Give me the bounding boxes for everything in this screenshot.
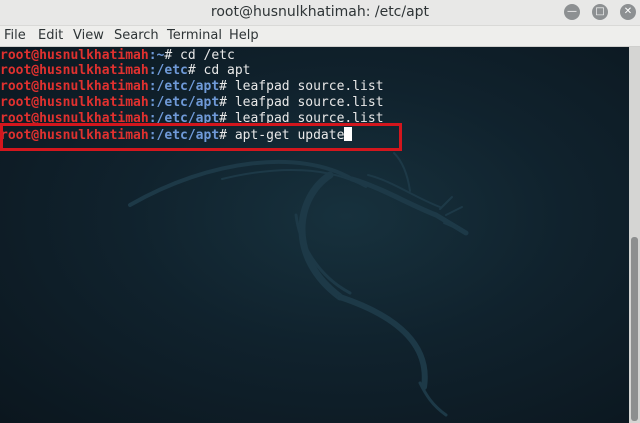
- close-button[interactable]: ✕: [620, 4, 636, 20]
- vertical-scrollbar[interactable]: [629, 47, 640, 423]
- terminal-line: root@husnulkhatimah:/etc/apt# leafpad so…: [0, 79, 384, 95]
- command-text: # cd /etc: [164, 48, 235, 63]
- prompt-user: root@husnulkhatimah: [0, 48, 149, 63]
- terminal-line: root@husnulkhatimah:~# cd /etc: [0, 48, 235, 64]
- scrollbar-thumb[interactable]: [631, 237, 638, 421]
- maximize-button[interactable]: □: [592, 4, 608, 20]
- menu-search[interactable]: Search: [114, 26, 159, 46]
- command-text: # leafpad source.list: [219, 79, 384, 94]
- prompt-path: :/etc/apt: [148, 95, 220, 110]
- terminal-line: root@husnulkhatimah:/etc# cd apt: [0, 63, 250, 79]
- menu-bar: File Edit View Search Terminal Help: [0, 26, 640, 47]
- highlight-box: [0, 123, 402, 151]
- menu-edit[interactable]: Edit: [38, 26, 63, 46]
- prompt-user: root@husnulkhatimah: [0, 79, 149, 94]
- menu-help[interactable]: Help: [229, 26, 259, 46]
- title-bar[interactable]: root@husnulkhatimah: /etc/apt — □ ✕: [0, 0, 640, 26]
- prompt-path: :~: [148, 48, 165, 63]
- menu-view[interactable]: View: [73, 26, 104, 46]
- minimize-button[interactable]: —: [564, 4, 580, 20]
- prompt-user: root@husnulkhatimah: [0, 63, 149, 78]
- maximize-icon: □: [595, 6, 605, 17]
- terminal-window: root@husnulkhatimah: /etc/apt — □ ✕ File…: [0, 0, 640, 423]
- prompt-path: :/etc/apt: [148, 79, 220, 94]
- prompt-user: root@husnulkhatimah: [0, 95, 149, 110]
- menu-terminal[interactable]: Terminal: [167, 26, 222, 46]
- prompt-path: :/etc: [148, 63, 188, 78]
- command-text: # cd apt: [187, 63, 251, 78]
- menu-file[interactable]: File: [4, 26, 26, 46]
- minimize-icon: —: [567, 6, 577, 17]
- terminal-line: root@husnulkhatimah:/etc/apt# leafpad so…: [0, 95, 384, 111]
- terminal-area[interactable]: root@husnulkhatimah:~# cd /etc root@husn…: [0, 47, 629, 423]
- command-text: # leafpad source.list: [219, 95, 384, 110]
- close-icon: ✕: [623, 6, 633, 17]
- window-title: root@husnulkhatimah: /etc/apt: [210, 4, 430, 20]
